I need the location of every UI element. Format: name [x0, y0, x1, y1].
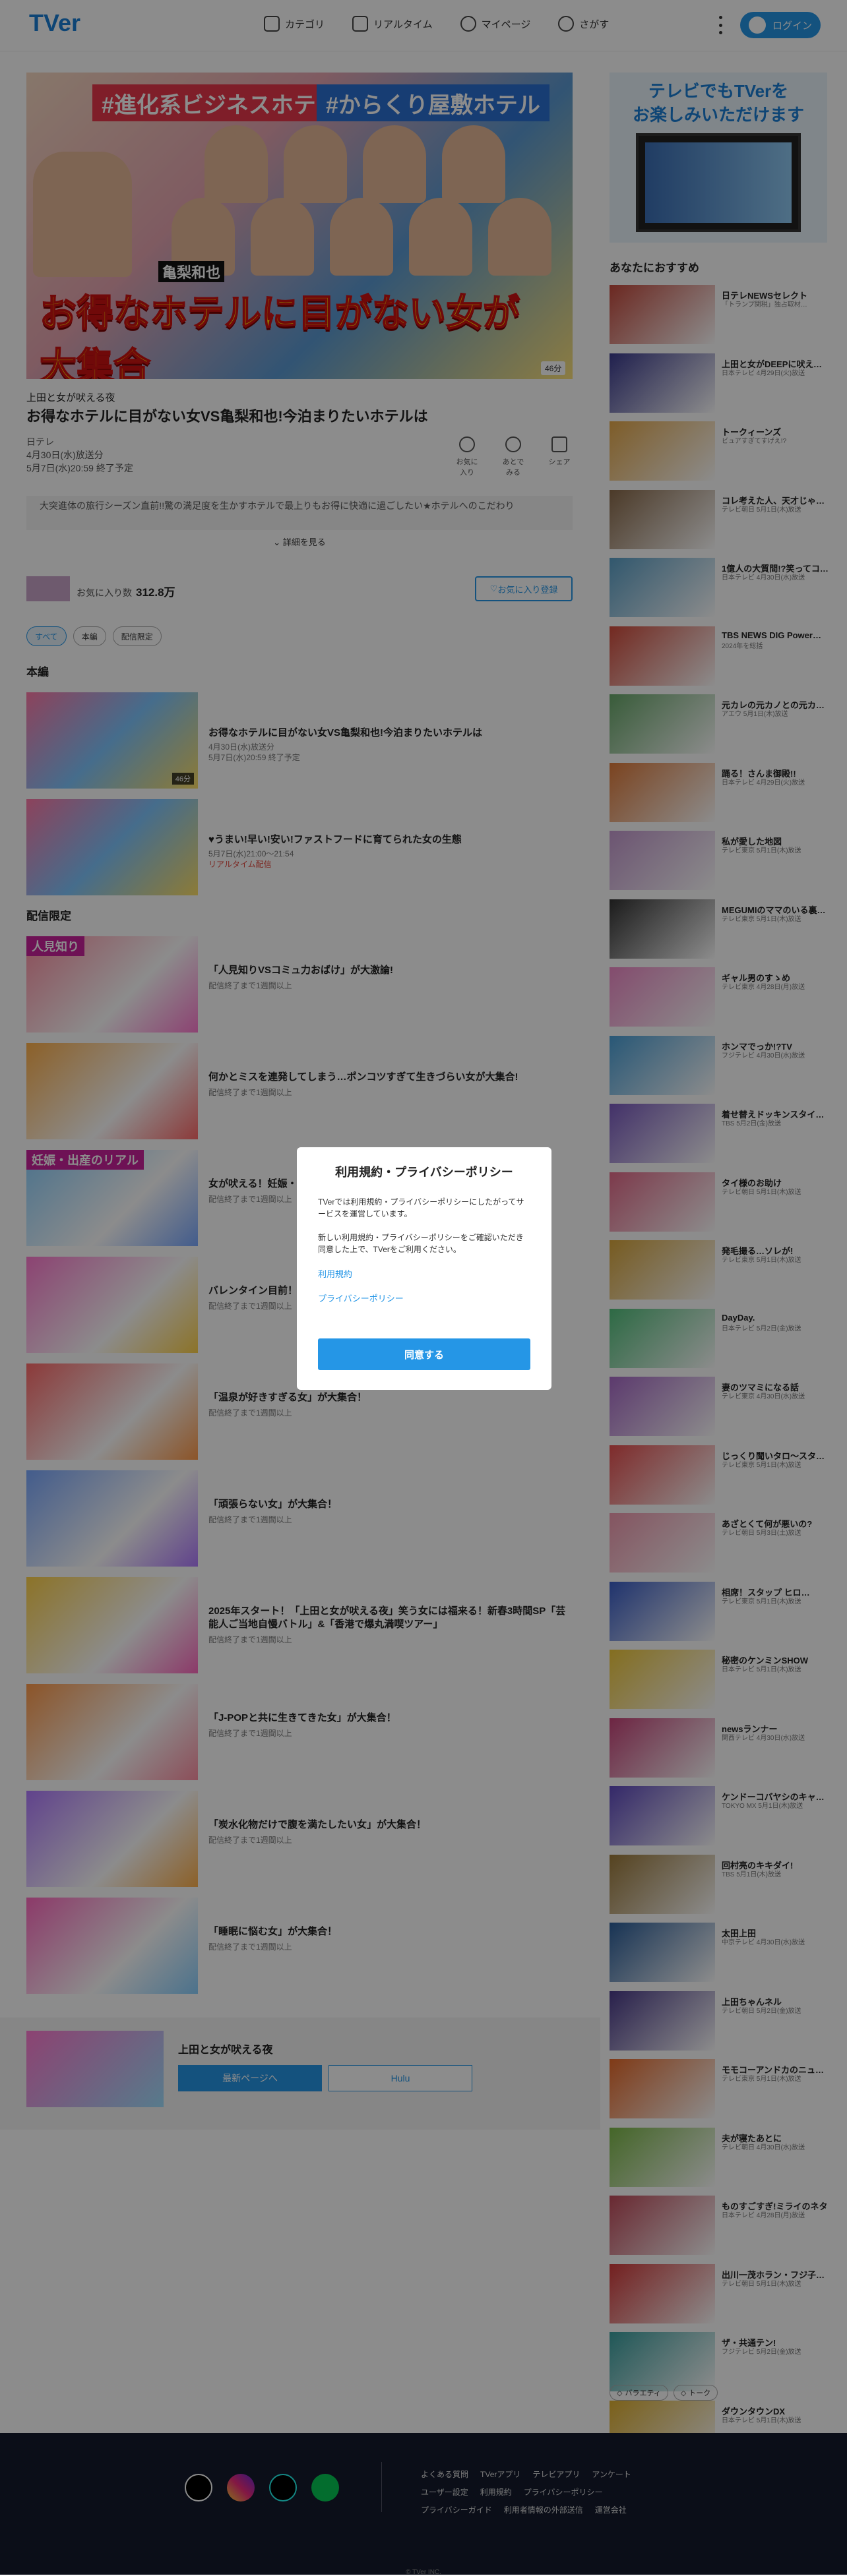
agree-button[interactable]: 同意する — [318, 1338, 530, 1370]
terms-modal: 利用規約・プライバシーポリシー TVerでは利用規約・プライバシーポリシーにした… — [297, 1147, 551, 1390]
modal-text: TVerでは利用規約・プライバシーポリシーにしたがってサービスを運営しています。 — [318, 1197, 524, 1218]
modal-text: 新しい利用規約・プライバシーポリシーをご確認いただき同意した上で、TVerをご利… — [318, 1233, 524, 1254]
modal-title: 利用規約・プライバシーポリシー — [335, 1166, 513, 1179]
terms-link[interactable]: 利用規約 — [318, 1267, 530, 1280]
privacy-link[interactable]: プライバシーポリシー — [318, 1292, 530, 1304]
